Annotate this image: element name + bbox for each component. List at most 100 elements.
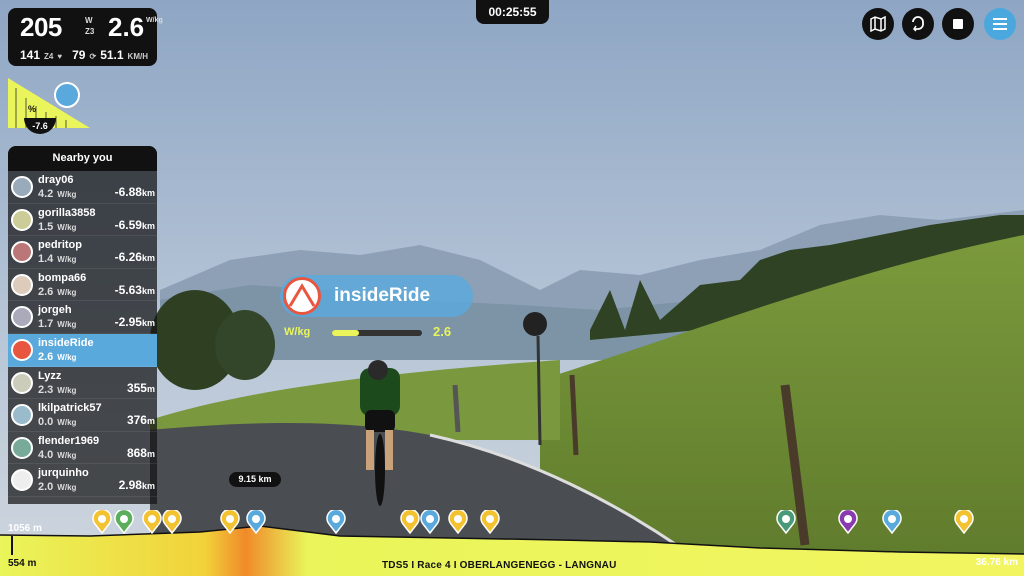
min-elevation: 554 m (8, 558, 37, 569)
rider-distance-unit: km (141, 253, 155, 264)
map-button[interactable] (862, 8, 894, 40)
rider-distance-unit: km (141, 318, 155, 329)
nearby-title: Nearby you (8, 146, 157, 171)
cadence-icon: ⟳ (89, 52, 97, 61)
wkg-track (332, 330, 422, 336)
rider-name: dray06 (38, 174, 74, 186)
rider-name: flender1969 (38, 434, 100, 447)
rider-wkg-value: 2.0 (38, 481, 54, 494)
rider-wkg: 1.5 W/kg (38, 221, 76, 233)
rider-distance-unit: m (146, 383, 155, 394)
nearby-rider-row[interactable]: gorilla3858 1.5 W/kg -6.59km (8, 204, 157, 237)
nearby-rider-row[interactable]: insideRide 2.6 W/kg (8, 333, 157, 367)
nearby-rider-row[interactable]: bompa66 2.6 W/kg -5.63km (8, 269, 157, 302)
rider-wkg: 1.4 W/kg (38, 253, 76, 265)
wkg-fill (332, 330, 359, 336)
nearby-rider-row[interactable]: Lyzz 2.3 W/kg 355m (8, 367, 157, 400)
rider-wkg-value: 1.7 (38, 318, 54, 331)
rider-wkg-value: 4.0 (38, 448, 54, 461)
rider-avatar-icon (11, 241, 33, 264)
rider-wkg: 1.7 W/kg (38, 318, 76, 330)
rider-pin-icon (480, 508, 500, 535)
rider-distance-value: -2.95 (114, 315, 142, 330)
nearby-rider-row[interactable]: lkilpatrick57 0.0 W/kg 376m (8, 399, 157, 432)
rider-wkg-unit: W/kg (57, 483, 77, 493)
rider-distance-unit: km (141, 220, 155, 231)
rider-wkg-value: 2.3 (38, 383, 54, 396)
rider-name: bompa66 (38, 271, 87, 284)
rider-distance-value: 868 (126, 445, 147, 460)
rider-name: gorilla3858 (38, 206, 96, 219)
rider-distance-value: 355 (126, 380, 147, 395)
repeat-icon (912, 16, 924, 32)
nearby-rider-row[interactable]: dray06 4.2 W/kg -6.88km (8, 171, 157, 204)
map-icon (870, 16, 886, 32)
insideride-logo-icon (283, 277, 321, 315)
rider-distance-unit: km (141, 481, 155, 492)
rider-avatar-icon (11, 306, 33, 329)
rider-wkg-value: 2.6 (38, 350, 54, 363)
rider-wkg: 0.0 W/kg (38, 416, 76, 428)
stop-button[interactable] (942, 8, 974, 40)
rider-bubble-name: insideRide (334, 285, 431, 306)
rider-distance-value: -6.26 (114, 250, 142, 265)
rider-wkg: 2.3 W/kg (38, 384, 76, 396)
menu-icon (993, 18, 1007, 30)
nearby-rider-row[interactable]: pedritop 1.4 W/kg -6.26km (8, 236, 157, 269)
repeat-button[interactable] (902, 8, 934, 40)
rider-wkg-unit: W/kg (57, 352, 77, 362)
hr-zone: Z4 (44, 52, 54, 61)
nearby-riders-panel: Nearby you dray06 4.2 W/kg -6.88km gorilla38… (8, 146, 157, 504)
rider-wkg-bar: W/kg 2.6 (284, 324, 464, 342)
rider-wkg: 4.2 W/kg (38, 188, 76, 200)
rider-pin-icon (162, 508, 182, 535)
wkg-value: 2.6 (108, 12, 145, 42)
rider-wkg-unit: W/kg (57, 385, 77, 395)
rider-distance: -2.95km (115, 315, 155, 329)
rider-distance-unit: m (146, 416, 155, 427)
nearby-rider-row[interactable]: flender1969 4.0 W/kg 868m (8, 432, 157, 465)
nearby-rider-row[interactable]: jorgeh 1.7 W/kg -2.95km (8, 301, 157, 334)
rider-wkg-unit: W/kg (57, 320, 77, 330)
rider-wkg: 2.6 W/kg (38, 286, 76, 298)
max-elevation: 1056 m (8, 523, 42, 534)
rider-avatar-icon (54, 82, 80, 108)
rider-avatar-icon (11, 273, 33, 296)
rider-name: lkilpatrick57 (38, 402, 102, 415)
rider-avatar-icon (11, 176, 33, 198)
rider-avatar-icon (11, 436, 33, 459)
rider-pin-icon (420, 508, 440, 535)
gradient-indicator: % -7.6 (8, 78, 90, 138)
rider-name: pedritop (38, 239, 82, 252)
speed-unit: KM/H (127, 52, 148, 61)
rider-pin-icon (246, 508, 266, 535)
rider-name: insideRide (38, 336, 94, 349)
rider-avatar-icon (11, 469, 33, 492)
gradient-value: -7.6 (24, 118, 56, 134)
rider-wkg-unit: W/kg (57, 190, 77, 199)
rider-pin-icon (400, 508, 420, 535)
rider-wkg-value: 2.6 (38, 285, 54, 298)
rider-distance-unit: m (146, 448, 155, 459)
route-name: TDS5 I Race 4 I OBERLANGENEGG - LANGNAU (382, 560, 617, 571)
heart-icon: ♥ (57, 52, 63, 61)
rider-wkg-value: 0.0 (38, 416, 54, 429)
power-zone: Z3 (85, 27, 95, 36)
total-distance: 36.76 km (975, 557, 1018, 568)
rider-distance-value: -6.59 (114, 217, 142, 232)
power-unit: W (85, 16, 93, 25)
rider-wkg: 2.6 W/kg (38, 351, 76, 363)
rider-distance: -6.26km (115, 250, 155, 264)
cadence-value: 79 (72, 48, 86, 62)
nearby-rider-row[interactable]: jurquinho 2.0 W/kg 2.98km (8, 464, 157, 497)
rider-wkg-label: W/kg (284, 326, 311, 338)
stats-panel: 205 W Z3 2.6 W/kg 141 Z4 ♥ 79 ⟳ 51.1 KM/… (8, 8, 163, 66)
rider-pin-icon (838, 508, 858, 535)
rider-distance-value: -5.63 (114, 282, 142, 297)
rider-avatar-icon (11, 404, 33, 427)
rider-distance: 868m (127, 446, 155, 460)
rider-avatar-icon (11, 338, 33, 361)
rider-pin-icon (114, 508, 134, 535)
menu-button[interactable] (984, 8, 1016, 40)
rider-pin-icon (220, 508, 240, 535)
